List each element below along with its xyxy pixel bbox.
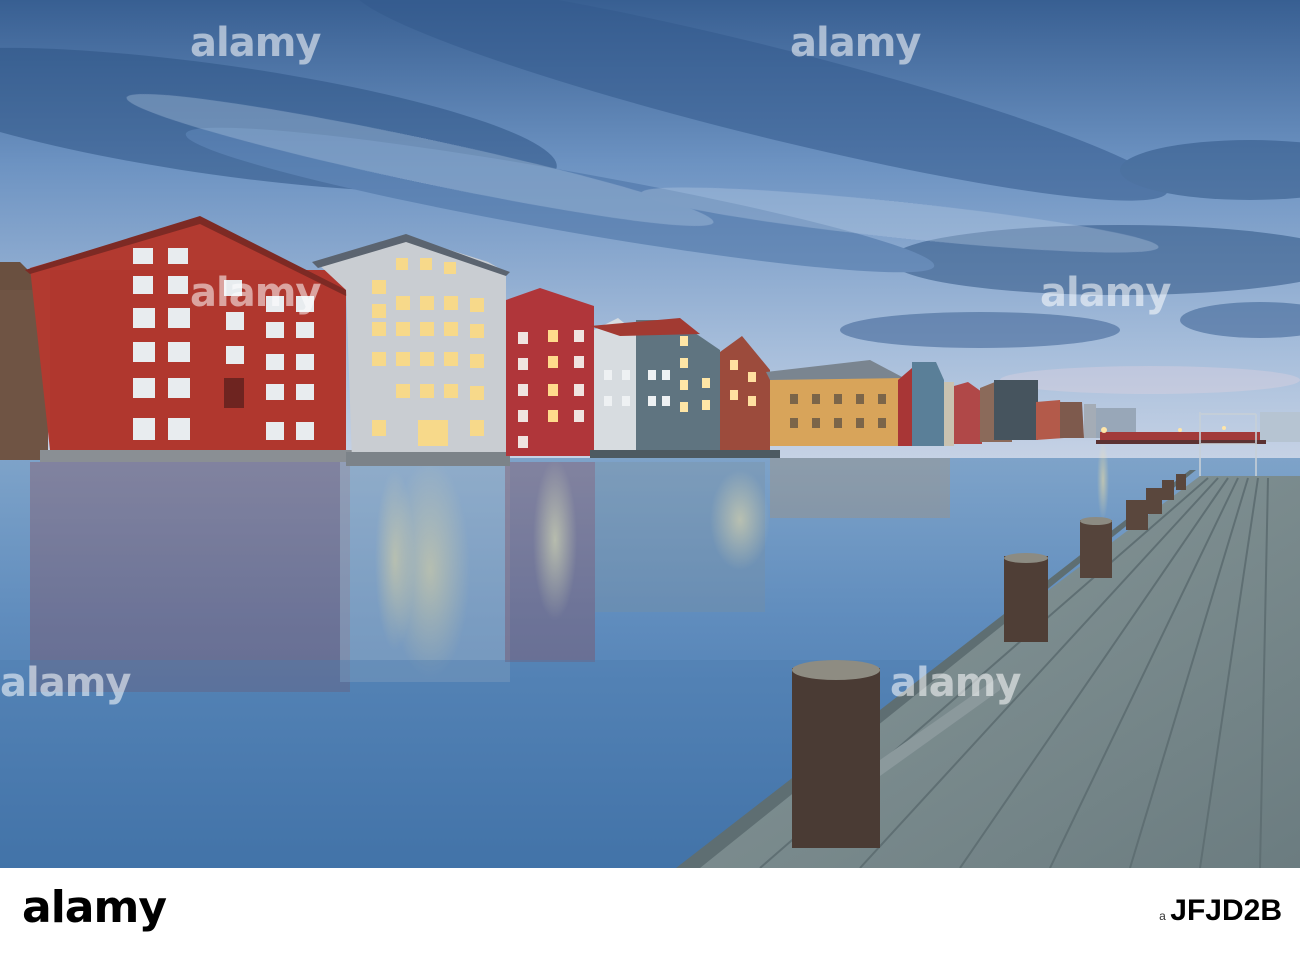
warehouse-yellow <box>766 360 904 446</box>
warehouse-red-small <box>506 288 594 456</box>
photo-scene: alamy alamy alamy alamy alamy alamy <box>0 0 1300 868</box>
image-id-prefix: a <box>1159 909 1166 923</box>
image-id: a JFJD2B <box>1159 894 1282 928</box>
image-id-code: JFJD2B <box>1170 894 1282 927</box>
footer-bar: alamy a JFJD2B <box>0 868 1300 956</box>
alamy-logo: alamy <box>22 882 167 933</box>
